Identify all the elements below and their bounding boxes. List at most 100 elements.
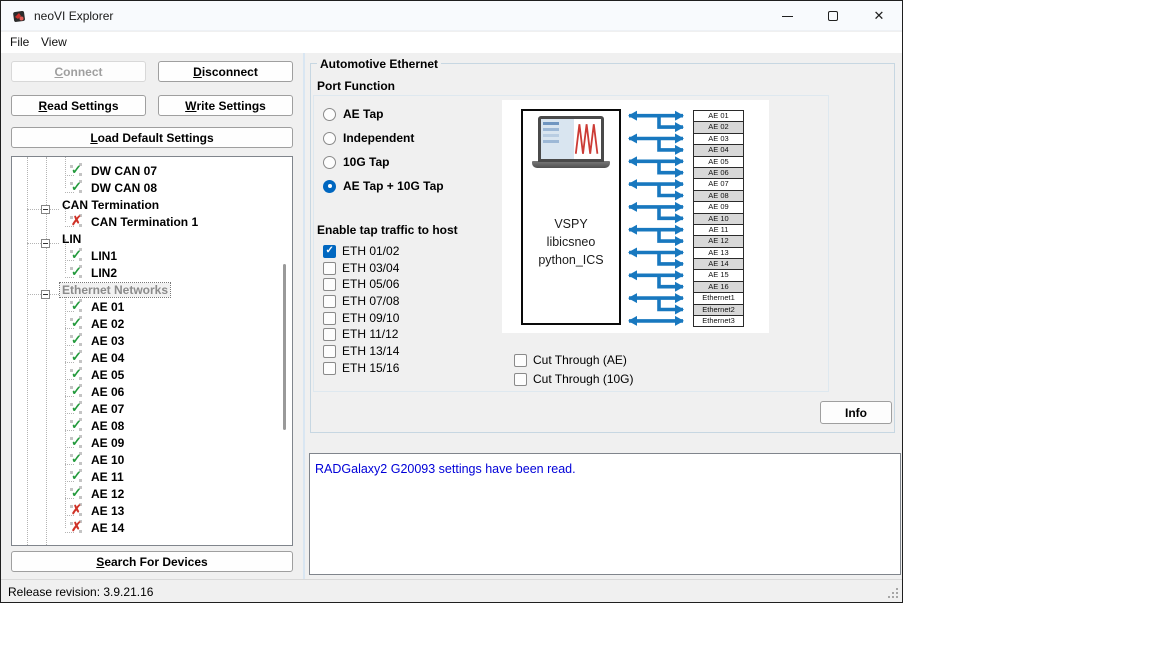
- radio-10g-tap[interactable]: 10G Tap: [323, 154, 389, 170]
- enabled-check-icon: ✓: [69, 265, 85, 280]
- checkbox-unchecked-icon: [323, 312, 336, 325]
- enabled-check-icon: ✓: [69, 163, 85, 178]
- device-tree: ✓DW CAN 07 ✓DW CAN 08 CAN Termination ✗C…: [11, 156, 293, 546]
- enabled-check-icon: ✓: [69, 401, 85, 416]
- tree-item-ae-09[interactable]: ✓AE 09: [12, 434, 292, 451]
- checkbox-cut-through-10g[interactable]: Cut Through (10G): [514, 372, 634, 386]
- radio-ae-tap[interactable]: AE Tap: [323, 106, 383, 122]
- tree-item-lin2[interactable]: ✓LIN2: [12, 264, 292, 281]
- checkbox-unchecked-icon: [323, 295, 336, 308]
- checkbox-eth-03-04[interactable]: ETH 03/04: [323, 261, 399, 275]
- checkbox-eth-15-16[interactable]: ETH 15/16: [323, 361, 399, 375]
- checkbox-eth-13-14[interactable]: ETH 13/14: [323, 344, 399, 358]
- radio-off-icon: [323, 132, 336, 145]
- tree-item-ethernet-networks[interactable]: Ethernet Networks: [12, 281, 292, 298]
- title-bar: neoVI Explorer ✕: [1, 1, 902, 31]
- checkbox-unchecked-icon: [514, 354, 527, 367]
- panel-splitter[interactable]: [303, 53, 305, 579]
- checkbox-unchecked-icon: [323, 328, 336, 341]
- info-button[interactable]: Info: [820, 401, 892, 424]
- tree-item-ae-07[interactable]: ✓AE 07: [12, 400, 292, 417]
- menu-view[interactable]: View: [41, 35, 67, 49]
- radio-ae-tap-10g-tap[interactable]: AE Tap + 10G Tap: [323, 178, 444, 194]
- checkbox-unchecked-icon: [323, 362, 336, 375]
- enabled-check-icon: ✓: [69, 333, 85, 348]
- tree-item-ae-05[interactable]: ✓AE 05: [12, 366, 292, 383]
- enabled-check-icon: ✓: [69, 452, 85, 467]
- status-bar: Release revision: 3.9.21.16: [1, 579, 902, 602]
- port-function-label: Port Function: [317, 79, 395, 93]
- tree-item-dw-can-08[interactable]: ✓DW CAN 08: [12, 179, 292, 196]
- enabled-check-icon: ✓: [69, 384, 85, 399]
- radio-off-icon: [323, 108, 336, 121]
- checkbox-cut-through-ae[interactable]: Cut Through (AE): [514, 353, 627, 367]
- enabled-check-icon: ✓: [69, 299, 85, 314]
- port-list: AE 01 AE 02 AE 03 AE 04 AE 05 AE 06 AE 0…: [693, 110, 744, 327]
- checkbox-checked-icon: [323, 245, 336, 258]
- radio-off-icon: [323, 156, 336, 169]
- tree-item-can-termination[interactable]: CAN Termination: [12, 196, 292, 213]
- tree-item-ae-01[interactable]: ✓AE 01: [12, 298, 292, 315]
- enabled-check-icon: ✓: [69, 248, 85, 263]
- host-software-labels: VSPY libicsneo python_ICS: [521, 215, 621, 269]
- checkbox-unchecked-icon: [514, 373, 527, 386]
- connect-button[interactable]: Connect: [11, 61, 146, 82]
- search-for-devices-button[interactable]: Search For Devices: [11, 551, 293, 572]
- message-log: RADGalaxy2 G20093 settings have been rea…: [309, 453, 901, 575]
- release-revision: Release revision: 3.9.21.16: [8, 585, 153, 599]
- tree-item-ae-11[interactable]: ✓AE 11: [12, 468, 292, 485]
- checkbox-eth-09-10[interactable]: ETH 09/10: [323, 311, 399, 325]
- tree-item-dw-can-07[interactable]: ✓DW CAN 07: [12, 162, 292, 179]
- read-settings-button[interactable]: Read Settings: [11, 95, 146, 116]
- enabled-check-icon: ✓: [69, 316, 85, 331]
- tree-item-can-termination-1[interactable]: ✗CAN Termination 1: [12, 213, 292, 230]
- tree-item-ae-08[interactable]: ✓AE 08: [12, 417, 292, 434]
- port-diagram: VSPY libicsneo python_ICS: [502, 100, 769, 333]
- radio-on-icon: [323, 180, 336, 193]
- checkbox-eth-05-06[interactable]: ETH 05/06: [323, 277, 399, 291]
- load-default-settings-button[interactable]: Load Default Settings: [11, 127, 293, 148]
- enabled-check-icon: ✓: [69, 350, 85, 365]
- tree-item-ae-06[interactable]: ✓AE 06: [12, 383, 292, 400]
- checkbox-eth-07-08[interactable]: ETH 07/08: [323, 294, 399, 308]
- write-settings-button[interactable]: Write Settings: [158, 95, 293, 116]
- tree-item-ae-03[interactable]: ✓AE 03: [12, 332, 292, 349]
- disabled-cross-icon: ✗: [69, 503, 85, 518]
- tree-item-lin1[interactable]: ✓LIN1: [12, 247, 292, 264]
- minimize-button[interactable]: [764, 1, 810, 31]
- tree-item-lin[interactable]: LIN: [12, 230, 292, 247]
- tree-item-ae-04[interactable]: ✓AE 04: [12, 349, 292, 366]
- tree-item-ae-14[interactable]: ✗AE 14: [12, 519, 292, 536]
- maximize-button[interactable]: [810, 1, 856, 31]
- tree-item-ae-10[interactable]: ✓AE 10: [12, 451, 292, 468]
- message-text: RADGalaxy2 G20093 settings have been rea…: [315, 462, 576, 476]
- resize-grip-icon[interactable]: [887, 587, 899, 599]
- menu-file[interactable]: File: [10, 35, 29, 49]
- tap-traffic-label: Enable tap traffic to host: [317, 223, 458, 237]
- tree-item-ae-13[interactable]: ✗AE 13: [12, 502, 292, 519]
- enabled-check-icon: ✓: [69, 435, 85, 450]
- minimize-icon: [782, 16, 793, 17]
- enabled-check-icon: ✓: [69, 469, 85, 484]
- checkbox-unchecked-icon: [323, 278, 336, 291]
- enabled-check-icon: ✓: [69, 367, 85, 382]
- tree-scrollbar[interactable]: [283, 264, 286, 430]
- checkbox-eth-01-02[interactable]: ETH 01/02: [323, 244, 399, 258]
- window-title: neoVI Explorer: [34, 9, 113, 23]
- checkbox-eth-11-12[interactable]: ETH 11/12: [323, 327, 398, 341]
- close-button[interactable]: ✕: [856, 1, 902, 31]
- disabled-cross-icon: ✗: [69, 520, 85, 535]
- enabled-check-icon: ✓: [69, 418, 85, 433]
- app-window: neoVI Explorer ✕ File View Connect Disco…: [0, 0, 903, 603]
- arrow-connections: [621, 110, 693, 328]
- group-title: Automotive Ethernet: [317, 57, 441, 71]
- checkbox-unchecked-icon: [323, 262, 336, 275]
- disconnect-button[interactable]: Disconnect: [158, 61, 293, 82]
- enabled-check-icon: ✓: [69, 180, 85, 195]
- tree-item-ae-02[interactable]: ✓AE 02: [12, 315, 292, 332]
- enabled-check-icon: ✓: [69, 486, 85, 501]
- checkbox-unchecked-icon: [323, 345, 336, 358]
- tree-item-ae-12[interactable]: ✓AE 12: [12, 485, 292, 502]
- radio-independent[interactable]: Independent: [323, 130, 414, 146]
- disabled-cross-icon: ✗: [69, 214, 85, 229]
